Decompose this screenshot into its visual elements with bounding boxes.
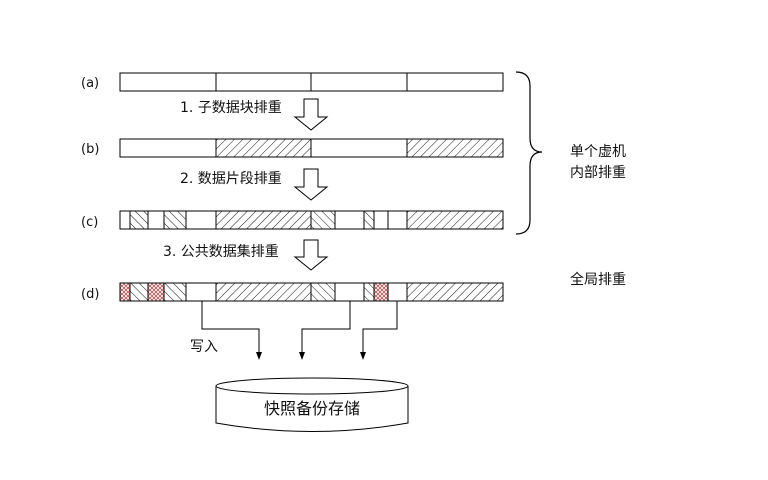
row-a-label: (a) — [81, 76, 99, 91]
down-arrow-1 — [293, 98, 329, 131]
write-label: 写入 — [190, 339, 218, 355]
down-arrow-2 — [293, 168, 329, 201]
row-c-bar — [119, 210, 504, 230]
brace-label-line2: 内部排重 — [570, 165, 626, 181]
row-b-label: (b) — [81, 142, 99, 157]
diagram-canvas: (a) 1. 子数据块排重 (b) 2. 数据片段排重 (c) 3. 公共数据集… — [81, 71, 626, 432]
write-connectors — [201, 301, 398, 354]
write-arrowheads — [256, 352, 366, 360]
step-2-label: 2. 数据片段排重 — [180, 171, 282, 187]
step-1-label: 1. 子数据块排重 — [180, 100, 282, 116]
dedup-diagram: (a) 1. 子数据块排重 (b) 2. 数据片段排重 (c) 3. 公共数据集… — [0, 0, 768, 480]
row-d-label: (d) — [81, 287, 99, 302]
row-b-bar — [119, 138, 504, 158]
storage-label: 快照备份存储 — [264, 399, 360, 418]
global-dedup-label: 全局排重 — [570, 271, 626, 288]
right-brace — [515, 71, 543, 235]
brace-label-line1: 单个虚机 — [570, 144, 626, 160]
row-d-bar — [119, 282, 504, 302]
row-a-bar — [119, 72, 504, 92]
step-3-label: 3. 公共数据集排重 — [163, 243, 279, 260]
row-c-label: (c) — [81, 215, 98, 230]
down-arrow-3 — [293, 239, 329, 271]
